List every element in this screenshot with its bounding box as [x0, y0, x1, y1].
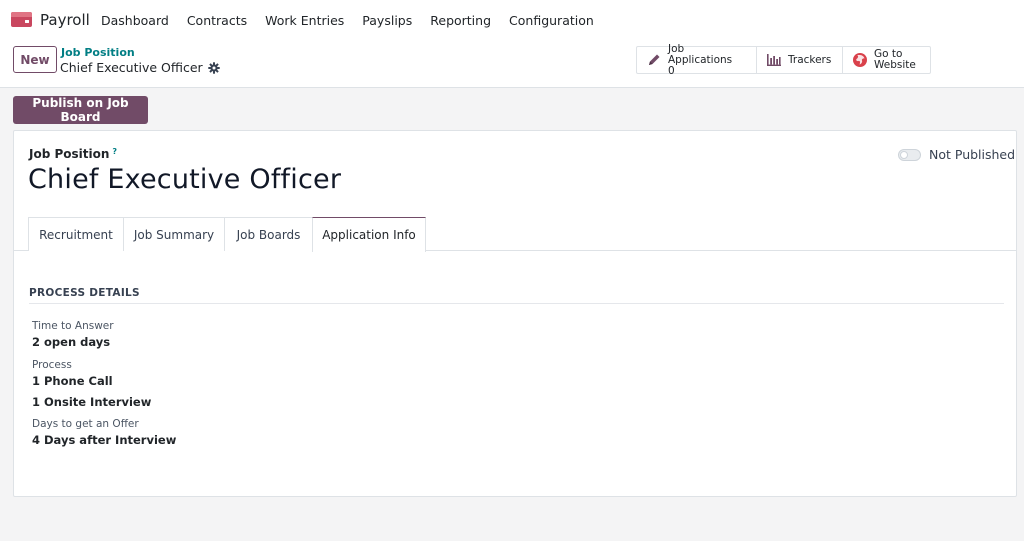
- publish-toggle[interactable]: Not Published: [898, 147, 1015, 162]
- menu-item-configuration[interactable]: Configuration: [509, 13, 594, 28]
- breadcrumb-current-label: Chief Executive Officer: [60, 60, 203, 75]
- new-button[interactable]: New: [13, 46, 57, 73]
- menu-item-payslips[interactable]: Payslips: [362, 13, 412, 28]
- job-applications-label: Job Applications: [668, 42, 733, 66]
- breadcrumb-current: Chief Executive Officer: [60, 60, 220, 75]
- menu-item-contracts[interactable]: Contracts: [187, 13, 247, 28]
- main-menu: Dashboard Contracts Work Entries Payslip…: [101, 13, 594, 28]
- process-step-phone-call: 1 Phone Call: [32, 374, 113, 388]
- toggle-knob: [900, 150, 908, 159]
- globe-icon: [853, 53, 867, 67]
- menu-item-work-entries[interactable]: Work Entries: [265, 13, 344, 28]
- smart-buttons: Job Applications 0 Trackers Go to Websit…: [636, 42, 931, 76]
- process-label: Process: [32, 359, 72, 371]
- payroll-logo-icon[interactable]: [11, 12, 32, 27]
- tab-job-boards[interactable]: Job Boards: [224, 217, 313, 251]
- top-navbar: Payroll Dashboard Contracts Work Entries…: [0, 0, 1024, 40]
- gear-icon[interactable]: [207, 61, 220, 74]
- help-tooltip-icon[interactable]: ?: [112, 147, 117, 156]
- tab-recruitment[interactable]: Recruitment: [28, 217, 124, 251]
- bar-chart-icon: [767, 54, 781, 66]
- menu-item-reporting[interactable]: Reporting: [430, 13, 491, 28]
- breadcrumb-job-position[interactable]: Job Position: [61, 46, 135, 59]
- days-to-offer-label: Days to get an Offer: [32, 418, 139, 430]
- app-name[interactable]: Payroll: [40, 11, 90, 29]
- time-to-answer-label: Time to Answer: [32, 320, 114, 332]
- form-tabs: Recruitment Job Summary Job Boards Appli…: [14, 217, 1016, 252]
- process-step-onsite-interview: 1 Onsite Interview: [32, 395, 152, 409]
- pencil-icon: [649, 54, 660, 65]
- job-applications-button[interactable]: Job Applications 0: [637, 42, 756, 76]
- tab-job-summary[interactable]: Job Summary: [123, 217, 225, 251]
- toggle-switch[interactable]: [898, 148, 921, 161]
- job-applications-count: 0: [668, 64, 675, 77]
- trackers-label: Trackers: [788, 53, 832, 66]
- process-details-heading: PROCESS DETAILS: [29, 287, 1004, 304]
- menu-item-dashboard[interactable]: Dashboard: [101, 13, 169, 28]
- tab-application-info[interactable]: Application Info: [312, 217, 426, 252]
- form-sheet: Job Position? Chief Executive Officer No…: [13, 130, 1017, 497]
- job-title-field[interactable]: Chief Executive Officer: [28, 164, 341, 195]
- job-position-label-text: Job Position: [29, 147, 110, 161]
- publish-status-label: Not Published: [929, 147, 1016, 162]
- time-to-answer-value: 2 open days: [32, 335, 111, 349]
- days-to-offer-value: 4 Days after Interview: [32, 433, 177, 447]
- go-to-website-button[interactable]: Go to Website: [842, 47, 930, 73]
- go-to-website-line2: Website: [874, 59, 916, 71]
- control-panel: New Job Position Chief Executive Officer: [0, 40, 1024, 88]
- publish-on-job-board-button[interactable]: Publish on Job Board: [13, 96, 148, 124]
- job-position-field-label: Job Position?: [29, 147, 117, 161]
- trackers-button[interactable]: Trackers: [756, 47, 842, 73]
